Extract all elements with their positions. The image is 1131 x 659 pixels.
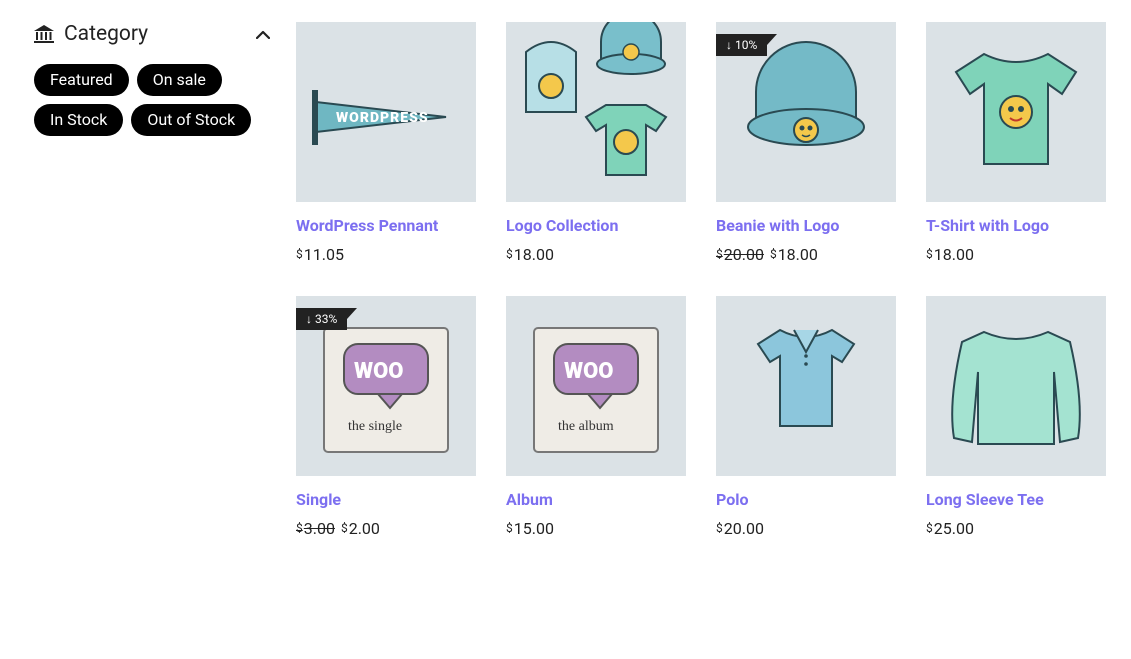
product-title[interactable]: T-Shirt with Logo: [926, 216, 1106, 235]
product-card: T-Shirt with Logo $18.00: [926, 22, 1106, 264]
product-price: $15.00: [506, 519, 686, 538]
filter-chip-featured[interactable]: Featured: [34, 64, 129, 96]
product-title[interactable]: Album: [506, 490, 686, 509]
product-title[interactable]: Polo: [716, 490, 896, 509]
product-price: $20.00: [716, 519, 896, 538]
discount-badge: ↓ 10%: [716, 34, 767, 56]
product-title[interactable]: Long Sleeve Tee: [926, 490, 1106, 509]
filter-chips: Featured On sale In Stock Out of Stock: [34, 64, 270, 136]
product-thumbnail[interactable]: [716, 296, 896, 476]
category-title: Category: [64, 22, 148, 46]
chevron-up-icon: [256, 30, 270, 39]
product-thumbnail[interactable]: [296, 22, 476, 202]
filter-chip-on-sale[interactable]: On sale: [137, 64, 222, 96]
product-thumbnail[interactable]: [926, 296, 1106, 476]
product-thumbnail[interactable]: ↓ 10%: [716, 22, 896, 202]
product-price: $25.00: [926, 519, 1106, 538]
product-title[interactable]: Logo Collection: [506, 216, 686, 235]
product-card: Long Sleeve Tee $25.00: [926, 296, 1106, 538]
sidebar: Category Featured On sale In Stock Out o…: [34, 22, 270, 538]
product-grid: WordPress Pennant $11.05 Logo Collection $1…: [296, 22, 1106, 538]
product-title[interactable]: WordPress Pennant: [296, 216, 476, 235]
product-thumbnail[interactable]: [926, 22, 1106, 202]
product-thumbnail[interactable]: ↓ 33%: [296, 296, 476, 476]
discount-badge: ↓ 33%: [296, 308, 347, 330]
product-price: $18.00: [926, 245, 1106, 264]
product-price: $3.00$2.00: [296, 519, 476, 538]
product-card: Album $15.00: [506, 296, 686, 538]
product-title[interactable]: Single: [296, 490, 476, 509]
product-card: Polo $20.00: [716, 296, 896, 538]
product-price: $20.00$18.00: [716, 245, 896, 264]
page-layout: Category Featured On sale In Stock Out o…: [34, 22, 1111, 538]
product-card: Logo Collection $18.00: [506, 22, 686, 264]
product-price: $18.00: [506, 245, 686, 264]
product-thumbnail[interactable]: [506, 296, 686, 476]
filter-chip-in-stock[interactable]: In Stock: [34, 104, 123, 136]
product-card: ↓ 33% Single $3.00$2.00: [296, 296, 476, 538]
product-thumbnail[interactable]: [506, 22, 686, 202]
filter-chip-out-of-stock[interactable]: Out of Stock: [131, 104, 251, 136]
category-icon: [34, 25, 54, 43]
product-card: ↓ 10% Beanie with Logo $20.00$18.00: [716, 22, 896, 264]
product-card: WordPress Pennant $11.05: [296, 22, 476, 264]
product-price: $11.05: [296, 245, 476, 264]
category-title-wrap: Category: [34, 22, 148, 46]
category-toggle[interactable]: Category: [34, 22, 270, 46]
product-title[interactable]: Beanie with Logo: [716, 216, 896, 235]
